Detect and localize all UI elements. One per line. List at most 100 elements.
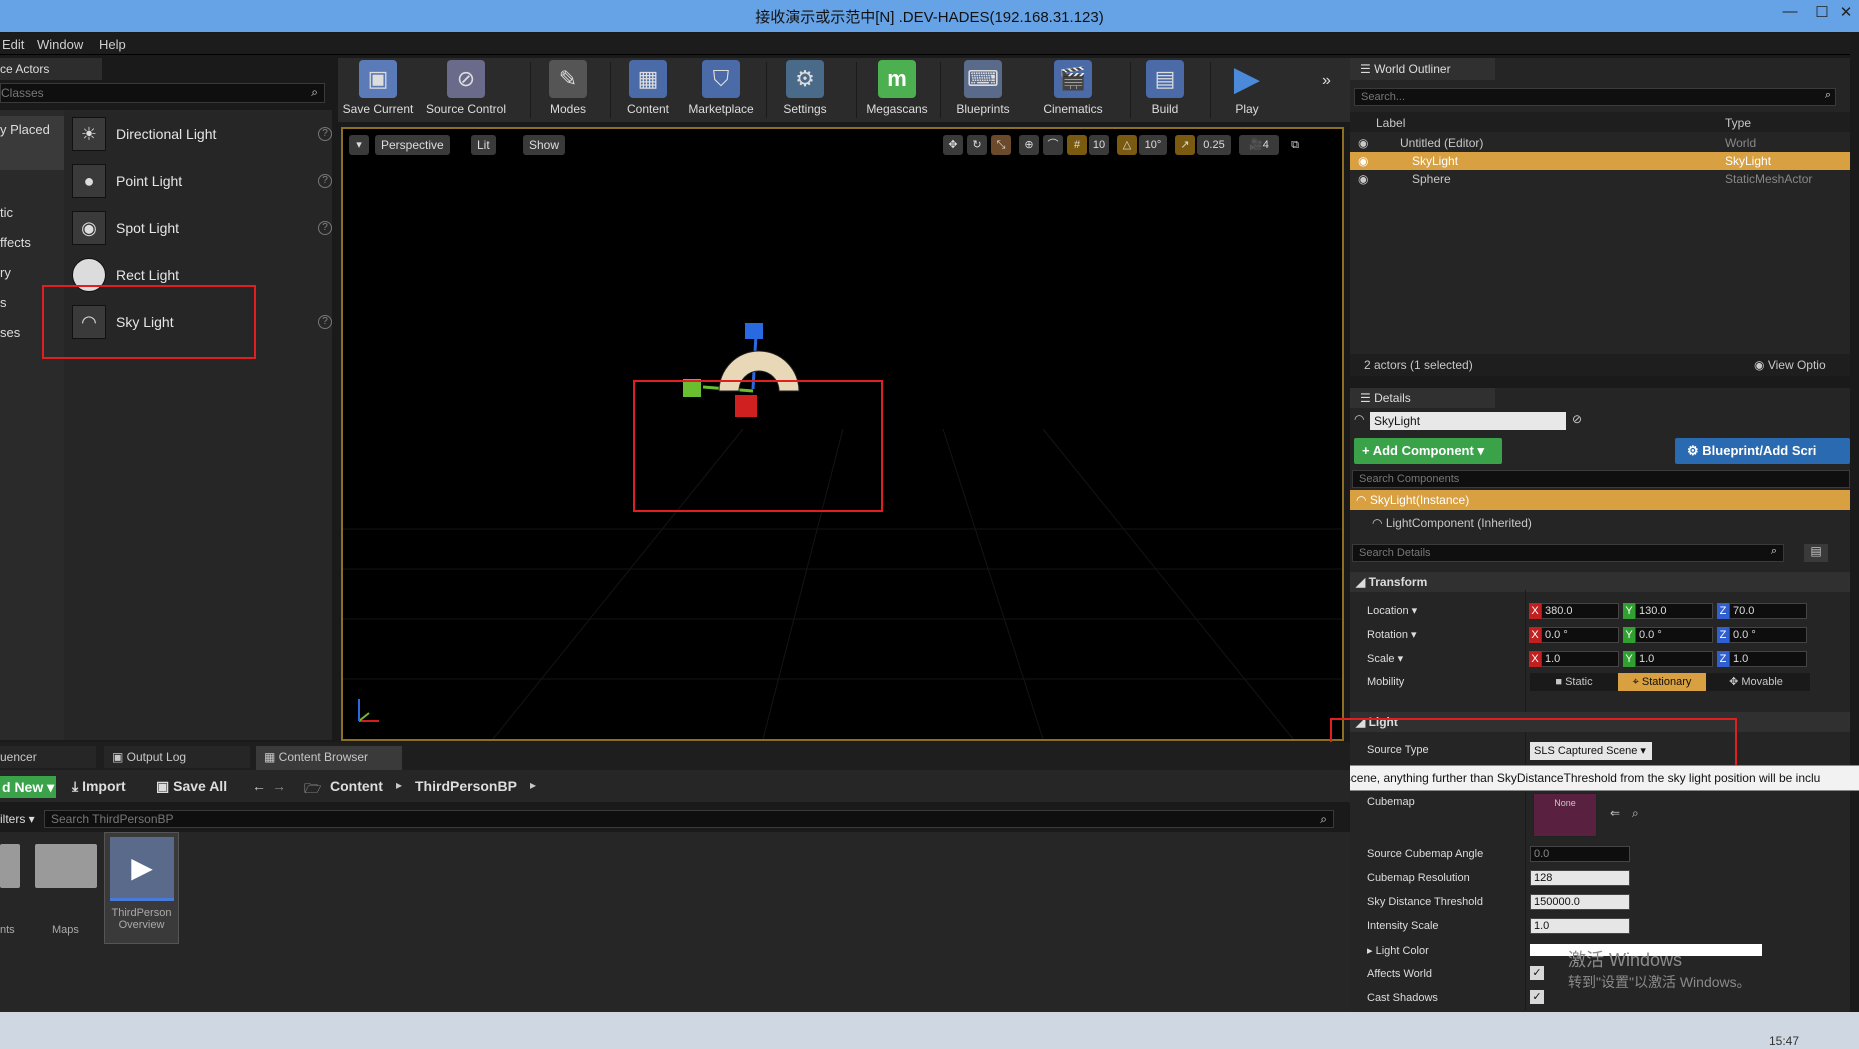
location-z-input[interactable]: 70.0	[1729, 603, 1807, 619]
outliner-row-world[interactable]: ◉ Untitled (Editor) World	[1350, 134, 1850, 152]
component-light-inherited[interactable]: ◠ LightComponent (Inherited)	[1372, 516, 1532, 530]
scale-snap-value[interactable]: 0.25	[1197, 135, 1231, 155]
build-button[interactable]: ▤ Build	[1138, 60, 1192, 120]
view-options-button[interactable]: ◉ View Optio	[1754, 358, 1826, 372]
category-basic[interactable]: tic	[0, 205, 13, 220]
rotation-z-input[interactable]: 0.0 °	[1729, 627, 1807, 643]
actor-point-light[interactable]: ● Point Light ?	[72, 161, 332, 201]
toolbar-overflow-icon[interactable]: »	[1322, 72, 1331, 90]
eye-icon[interactable]: ◉	[1358, 136, 1368, 150]
help-icon[interactable]: ?	[318, 174, 332, 188]
actor-spot-light[interactable]: ◉ Spot Light ?	[72, 208, 332, 248]
breadcrumb-content[interactable]: Content	[330, 778, 383, 794]
world-outliner-tab[interactable]: ☰ World Outliner	[1350, 58, 1495, 80]
help-icon[interactable]: ?	[318, 127, 332, 141]
browse-icon[interactable]: ⌕	[1632, 806, 1639, 821]
location-y-input[interactable]: 130.0	[1635, 603, 1713, 619]
lock-icon[interactable]: ⊘	[1572, 412, 1582, 426]
transform-section-header[interactable]: ◢ Transform	[1350, 572, 1850, 592]
category-all-classes[interactable]: ses	[0, 325, 20, 340]
folder-icon[interactable]	[0, 844, 20, 888]
surface-snap-icon[interactable]: ⌒	[1043, 135, 1063, 155]
viewport-options-button[interactable]: ▾	[349, 135, 369, 155]
help-icon[interactable]: ?	[318, 221, 332, 235]
scale-icon[interactable]: ⤡	[991, 135, 1011, 155]
tab-output-log[interactable]: ▣ Output Log	[104, 746, 250, 768]
help-icon[interactable]: ?	[318, 315, 332, 329]
scale-label[interactable]: Scale ▾	[1367, 652, 1403, 665]
details-tab[interactable]: ☰ Details	[1350, 388, 1495, 408]
outliner-search-input[interactable]: Search... ⌕	[1354, 88, 1836, 106]
intensity-scale-input[interactable]: 1.0	[1530, 918, 1630, 934]
rotate-icon[interactable]: ↻	[967, 135, 987, 155]
category-volumes[interactable]: s	[0, 295, 7, 310]
place-actors-tab[interactable]: ce Actors	[0, 58, 102, 80]
add-new-button[interactable]: d New ▾	[0, 776, 56, 798]
grid-snap-icon[interactable]: #	[1067, 135, 1087, 155]
col-label[interactable]: Label	[1376, 116, 1405, 130]
outliner-row-sphere[interactable]: ◉ Sphere StaticMeshActor	[1350, 170, 1850, 188]
location-x-input[interactable]: 380.0	[1541, 603, 1619, 619]
rotation-y-input[interactable]: 0.0 °	[1635, 627, 1713, 643]
source-control-button[interactable]: ⊘ Source Control	[424, 60, 508, 120]
cinematics-button[interactable]: 🎬 Cinematics	[1038, 60, 1108, 120]
marketplace-button[interactable]: ⛉ Marketplace	[686, 60, 756, 120]
save-all-button[interactable]: ▣ Save All	[156, 778, 227, 795]
content-button[interactable]: ▦ Content	[618, 60, 678, 120]
scale-snap-icon[interactable]: ↗	[1175, 135, 1195, 155]
tab-sequencer[interactable]: uencer	[0, 746, 96, 768]
mobility-static-button[interactable]: ■ Static	[1530, 673, 1618, 691]
play-button[interactable]: ▶ Play	[1218, 60, 1276, 120]
view-options-grid-icon[interactable]: ▤	[1804, 544, 1828, 562]
light-color-label[interactable]: ▸ Light Color	[1367, 944, 1429, 957]
menu-edit[interactable]: Edit	[2, 37, 24, 52]
blueprint-add-script-button[interactable]: ⚙ Blueprint/Add Scri	[1675, 438, 1850, 464]
search-components-input[interactable]: Search Components	[1352, 470, 1850, 488]
cubemap-thumbnail[interactable]: None	[1533, 793, 1597, 837]
folder-icon[interactable]: 🗁	[304, 778, 321, 802]
mobility-stationary-button[interactable]: ⌖ Stationary	[1618, 673, 1706, 691]
actor-directional-light[interactable]: ☀ Directional Light ?	[72, 114, 332, 154]
outliner-row-skylight[interactable]: ◉ SkyLight SkyLight	[1350, 152, 1850, 170]
maximize-viewport-icon[interactable]: ⧉	[1285, 135, 1305, 155]
eye-icon[interactable]: ◉	[1358, 172, 1368, 186]
breadcrumb-thirdpersonbp[interactable]: ThirdPersonBP	[415, 778, 517, 794]
cast-shadows-checkbox[interactable]: ✓	[1530, 990, 1544, 1004]
rotation-x-input[interactable]: 0.0 °	[1541, 627, 1619, 643]
source-cubemap-angle-input[interactable]: 0.0	[1530, 846, 1630, 862]
category-recently-placed[interactable]: y Placed	[0, 122, 50, 137]
mobility-movable-button[interactable]: ✥ Movable	[1706, 673, 1806, 691]
lit-button[interactable]: Lit	[471, 135, 496, 155]
import-button[interactable]: ⤓ Import	[72, 778, 126, 795]
actor-name-field[interactable]: SkyLight	[1370, 412, 1566, 430]
world-icon[interactable]: ⊕	[1019, 135, 1039, 155]
filters-button[interactable]: ilters ▾	[0, 812, 35, 826]
scale-x-input[interactable]: 1.0	[1541, 651, 1619, 667]
forward-arrow-icon[interactable]: →	[272, 778, 286, 794]
blueprints-button[interactable]: ⌨ Blueprints	[948, 60, 1018, 120]
settings-button[interactable]: ⚙ Settings	[774, 60, 836, 120]
translate-icon[interactable]: ✥	[943, 135, 963, 155]
show-button[interactable]: Show	[523, 135, 566, 155]
camera-speed-button[interactable]: 🎥4	[1239, 135, 1279, 155]
perspective-button[interactable]: Perspective	[375, 135, 450, 155]
scale-z-input[interactable]: 1.0	[1729, 651, 1807, 667]
col-type[interactable]: Type	[1725, 116, 1751, 130]
rotation-snap-value[interactable]: 10°	[1139, 135, 1167, 155]
classes-search-input[interactable]: Classes ⌕	[0, 83, 325, 103]
use-selected-icon[interactable]: ⇐	[1610, 806, 1620, 820]
menu-help[interactable]: Help	[99, 37, 126, 52]
save-current-button[interactable]: ▣ Save Current	[342, 60, 414, 120]
minimize-button[interactable]: —	[1776, 3, 1804, 25]
category-visual-effects[interactable]: ffects	[0, 235, 31, 250]
affects-world-checkbox[interactable]: ✓	[1530, 966, 1544, 980]
add-component-button[interactable]: + Add Component ▾	[1354, 438, 1502, 464]
folder-icon[interactable]	[35, 844, 97, 888]
modes-button[interactable]: ✎ Modes	[538, 60, 598, 120]
search-details-input[interactable]: Search Details ⌕	[1352, 544, 1784, 562]
megascans-button[interactable]: m Megascans	[864, 60, 930, 120]
menu-window[interactable]: Window	[37, 37, 83, 52]
cubemap-resolution-input[interactable]: 128	[1530, 870, 1630, 886]
back-arrow-icon[interactable]: ←	[252, 778, 266, 794]
rotation-snap-icon[interactable]: △	[1117, 135, 1137, 155]
